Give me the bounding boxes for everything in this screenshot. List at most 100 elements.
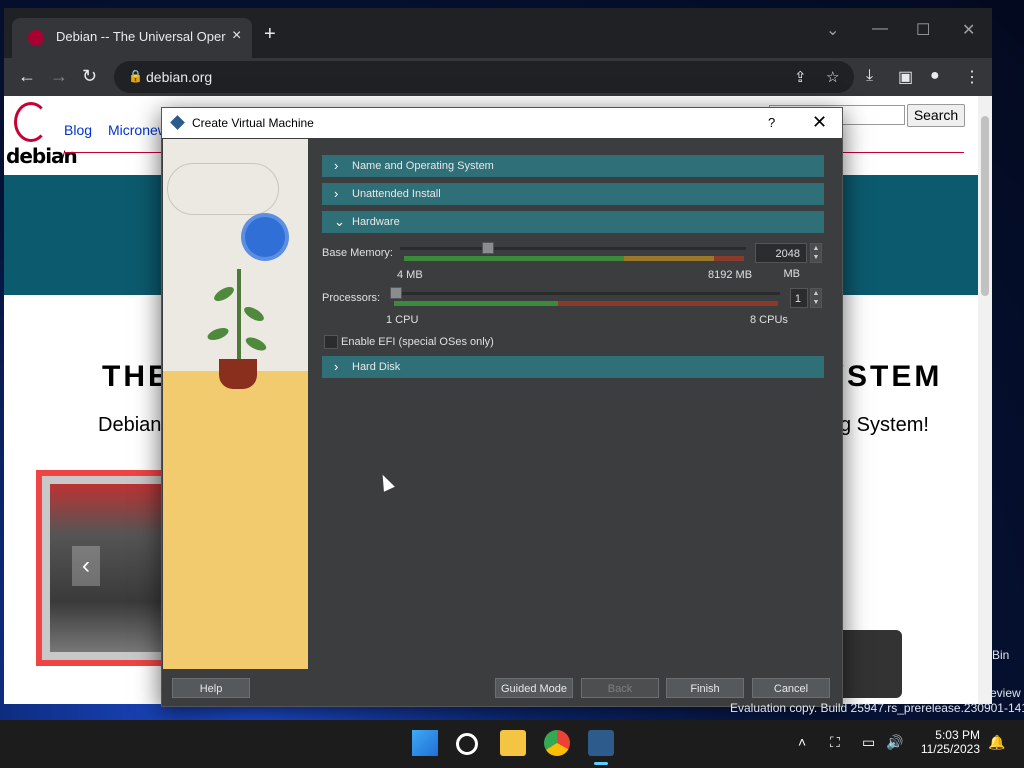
chevron-right-icon: › (334, 186, 339, 201)
clock-date: 11/25/2023 (920, 742, 980, 756)
memory-danger-zone (714, 256, 744, 261)
breadcrumb: / (62, 148, 66, 162)
base-memory-spinbox[interactable]: 2048 MB (755, 243, 807, 280)
wizard-content: › Name and Operating System › Unattended… (308, 139, 842, 669)
virtualbox-icon[interactable] (588, 730, 614, 756)
cpu-spin-arrows-icon[interactable]: ▲ ▼ (810, 288, 822, 308)
plant-leaf (211, 284, 237, 304)
dialog-title: Create Virtual Machine (192, 116, 314, 130)
debian-swirl-logo-icon (14, 102, 48, 142)
create-vm-dialog: Create Virtual Machine ? ✕ › Name and Op… (161, 107, 843, 707)
menu-kebab-icon[interactable]: ⋮ (964, 67, 980, 87)
clock-time: 5:03 PM (935, 728, 980, 742)
file-explorer-icon[interactable] (500, 730, 526, 756)
window-close-icon[interactable]: ✕ (962, 20, 975, 40)
section-unattended-install[interactable]: › Unattended Install (322, 183, 824, 205)
cloud-doodle (167, 163, 279, 215)
processors-slider[interactable] (390, 292, 780, 295)
lock-icon: 🔒 (128, 69, 143, 83)
scrollbar-thumb[interactable] (981, 116, 989, 296)
start-icon[interactable] (412, 730, 438, 756)
base-memory-slider-handle[interactable] (481, 242, 494, 254)
tab-strip: Debian -- The Universal Operati × + ⌄ — … (4, 8, 992, 58)
new-tab-button[interactable]: + (264, 24, 276, 44)
cancel-button[interactable]: Cancel (752, 678, 830, 698)
plant-leaf (241, 304, 267, 324)
chevron-right-icon: › (334, 359, 339, 374)
section-label: Name and Operating System (352, 160, 494, 172)
maximize-icon[interactable]: ☐ (916, 20, 930, 40)
plant-stem (237, 269, 241, 369)
preview-label: eview (990, 686, 1021, 700)
taskbar: ˄ ⛶ ▭ 🔊 5:03 PM 11/25/2023 🔔 (0, 720, 1024, 768)
memory-spin-arrows-icon[interactable]: ▲ ▼ (810, 243, 822, 263)
site-search-button[interactable]: Search (907, 104, 965, 127)
memory-safe-zone (404, 256, 624, 261)
carousel-prev-icon[interactable]: ‹ (72, 546, 100, 586)
nav-link-blog[interactable]: Blog (64, 122, 92, 138)
dialog-help-icon[interactable]: ? (768, 115, 775, 130)
section-label: Unattended Install (352, 188, 441, 200)
tab-search-chevron-icon[interactable]: ⌄ (826, 20, 839, 40)
minimize-icon[interactable]: — (872, 20, 888, 38)
chrome-icon[interactable] (544, 730, 570, 756)
plant-leaf (243, 334, 269, 354)
browser-tab[interactable]: Debian -- The Universal Operati × (12, 18, 252, 58)
tray-chevron-up-icon[interactable]: ˄ (798, 734, 806, 750)
section-hard-disk[interactable]: › Hard Disk (322, 356, 824, 378)
debian-logo-text: debian (6, 144, 78, 168)
back-button[interactable]: Back (581, 678, 659, 698)
section-hardware[interactable]: ⌄ Hardware (322, 211, 824, 233)
flower-pot (219, 359, 257, 389)
nav-link-micronews[interactable]: Micronew (108, 122, 168, 138)
tab-title: Debian -- The Universal Operati (56, 29, 226, 44)
reload-icon[interactable]: ↻ (82, 66, 97, 87)
wizard-side-illustration (163, 139, 308, 669)
download-icon[interactable]: ⤓ (866, 67, 873, 85)
hero-subtitle-right: g System! (840, 414, 929, 436)
guided-mode-button[interactable]: Guided Mode (495, 678, 573, 698)
network-icon[interactable]: ⛶ (830, 734, 840, 751)
plant-leaf (205, 325, 231, 343)
processors-spinbox[interactable]: 1 (790, 288, 808, 308)
cpu-max-label: 8 CPUs (750, 314, 788, 326)
back-icon[interactable]: ← (18, 66, 36, 87)
memory-warn-zone (624, 256, 714, 261)
active-app-indicator (594, 762, 608, 765)
browser-toolbar: ← → ↻ 🔒 debian.org ⇪ ☆ ⤓ ▣ ● ⋮ (4, 58, 992, 96)
bookmark-star-icon[interactable]: ☆ (826, 68, 839, 86)
hero-subtitle-left: Debian (98, 414, 162, 436)
debian-favicon-icon (28, 30, 44, 46)
address-bar[interactable]: 🔒 debian.org ⇪ ☆ (114, 61, 854, 93)
tab-close-icon[interactable]: × (232, 27, 241, 45)
url-text: debian.org (146, 69, 213, 85)
efi-checkbox[interactable] (324, 335, 338, 349)
cpu-danger-zone (558, 301, 778, 306)
notification-bell-icon[interactable]: 🔔 (988, 734, 1005, 751)
side-panel-icon[interactable]: ▣ (898, 67, 913, 87)
taskbar-clock[interactable]: 5:03 PM 11/25/2023 (920, 728, 980, 756)
virtualbox-icon (170, 115, 185, 130)
cpu-safe-zone (394, 301, 558, 306)
page-scrollbar[interactable] (978, 96, 992, 704)
section-label: Hardware (352, 216, 400, 228)
share-icon[interactable]: ⇪ (794, 68, 807, 86)
search-icon[interactable] (456, 733, 478, 755)
forward-icon[interactable]: → (50, 66, 68, 87)
processors-slider-handle[interactable] (390, 287, 402, 299)
evaluation-watermark: Evaluation copy. Build 25947.rs_prerelea… (730, 701, 1024, 715)
profile-icon[interactable]: ● (930, 67, 940, 85)
base-memory-slider[interactable] (400, 247, 746, 250)
cpu-min-label: 1 CPU (386, 314, 419, 326)
memory-min-label: 4 MB (397, 269, 423, 281)
volume-icon[interactable]: 🔊 (886, 734, 903, 751)
chevron-right-icon: › (334, 158, 339, 173)
section-name-os[interactable]: › Name and Operating System (322, 155, 824, 177)
dialog-titlebar: Create Virtual Machine ? ✕ (162, 108, 842, 138)
finish-button[interactable]: Finish (666, 678, 744, 698)
dialog-close-icon[interactable]: ✕ (812, 112, 827, 133)
display-icon[interactable]: ▭ (862, 734, 875, 751)
chevron-down-icon: ⌄ (334, 214, 345, 229)
section-label: Hard Disk (352, 361, 401, 373)
help-button[interactable]: Help (172, 678, 250, 698)
